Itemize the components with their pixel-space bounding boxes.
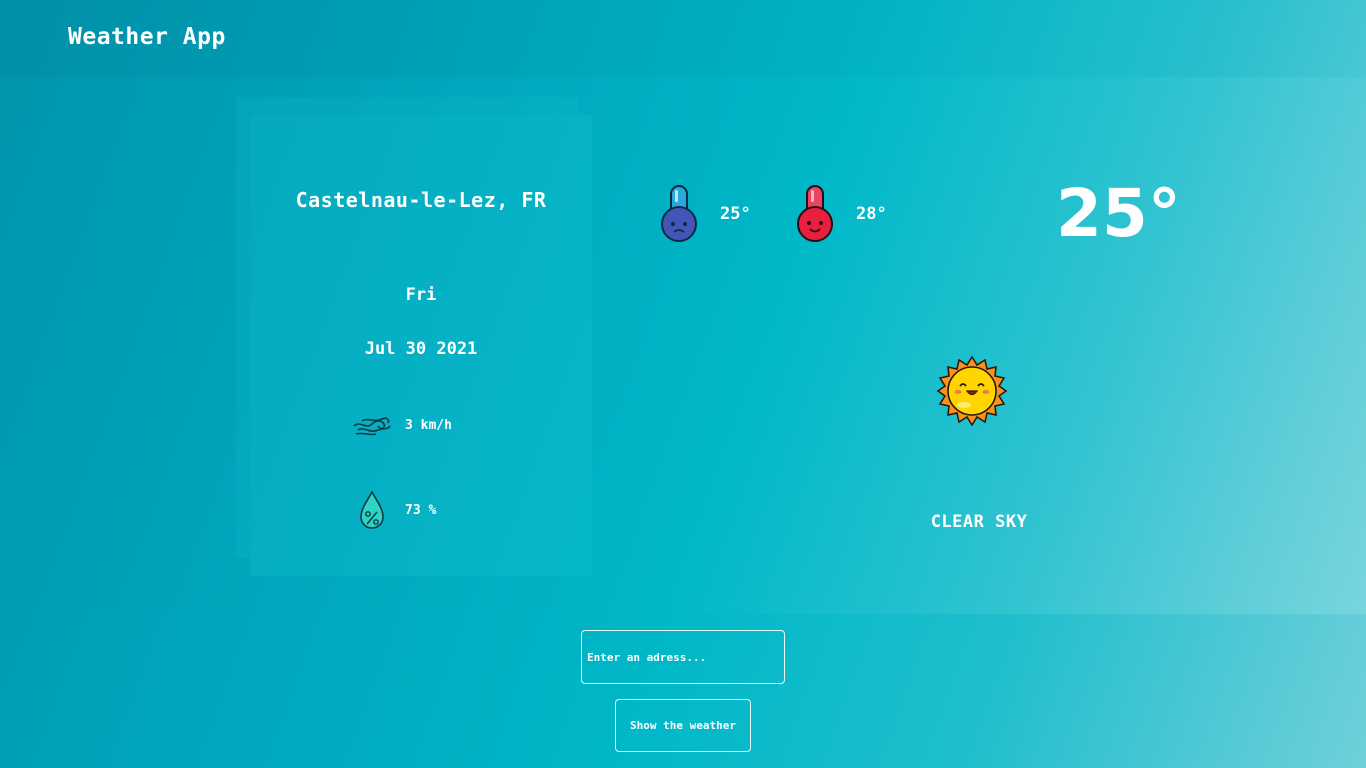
- show-weather-button[interactable]: Show the weather: [615, 699, 751, 752]
- weather-panel: [0, 77, 1366, 614]
- humidity-value: 73 %: [405, 503, 437, 518]
- weather-description: CLEAR SKY: [930, 512, 1028, 532]
- min-temperature: 25°: [720, 204, 751, 224]
- current-temperature: 25°: [1056, 175, 1181, 252]
- address-input[interactable]: [581, 630, 785, 684]
- app-title: Weather App: [68, 24, 226, 50]
- wind-icon: [353, 417, 391, 436]
- max-temperature: 28°: [856, 204, 887, 224]
- weekday: Fri: [405, 285, 437, 305]
- wind-speed: 3 km/h: [405, 418, 452, 433]
- full-date: Jul 30 2021: [364, 339, 478, 359]
- sun-icon: [936, 355, 1008, 427]
- hot-thermometer-icon: [797, 185, 833, 242]
- humidity-drop-icon: [360, 490, 384, 529]
- cold-thermometer-icon: [661, 185, 697, 242]
- city-name: Castelnau-le-Lez, FR: [295, 188, 547, 212]
